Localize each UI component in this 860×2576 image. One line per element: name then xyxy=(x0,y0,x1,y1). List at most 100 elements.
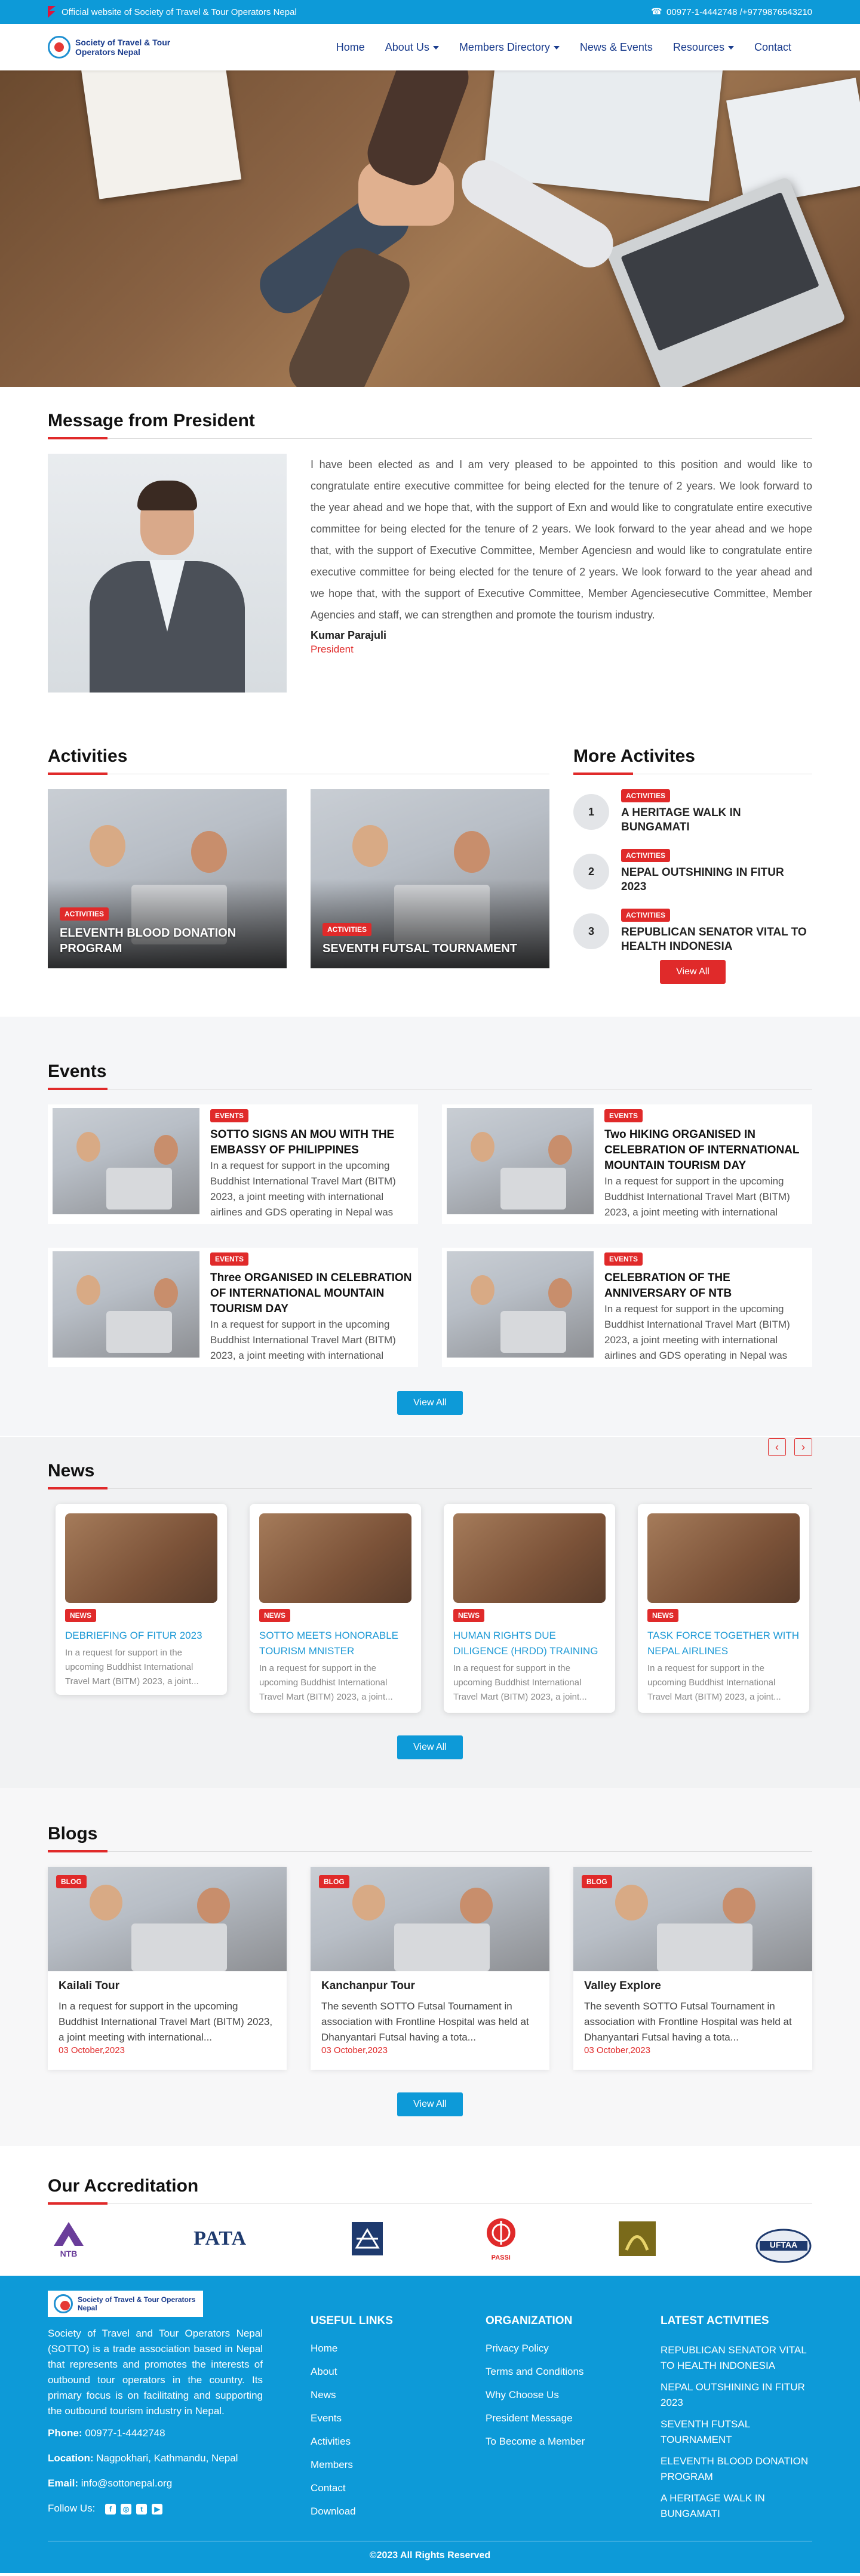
site-logo[interactable]: Society of Travel & Tour Operators Nepal xyxy=(48,36,207,59)
nav-contact[interactable]: Contact xyxy=(754,41,791,54)
news-image xyxy=(65,1513,217,1603)
activity-card[interactable]: ACTIVITIES SEVENTH FUTSAL TOURNAMENT xyxy=(311,789,549,968)
footer-link-events[interactable]: Events xyxy=(311,2412,342,2424)
more-activity-item[interactable]: 2 ACTIVITIES NEPAL OUTSHINING IN FITUR 2… xyxy=(573,849,812,894)
facebook-icon[interactable]: f xyxy=(105,2503,116,2515)
event-desc: In a request for support in the upcoming… xyxy=(604,1175,790,1218)
logo-text: Society of Travel & Tour Operators Nepal xyxy=(75,38,171,57)
uftaa-logo: UFTAA xyxy=(755,2228,812,2263)
news-desc: In a request for support in the upcoming… xyxy=(453,1663,587,1702)
phone-icon: ☎ xyxy=(651,7,662,17)
blog-image: BLOG xyxy=(48,1867,287,1971)
event-card[interactable]: EVENTS Three ORGANISED IN CELEBRATION OF… xyxy=(48,1248,418,1367)
topbar-phone-link[interactable]: 00977-1-4442748 /+9779876543210 xyxy=(666,7,812,17)
footer-email[interactable]: info@sottonepal.org xyxy=(81,2477,172,2489)
blog-title: Valley Explore xyxy=(584,1980,661,1992)
nav-home[interactable]: Home xyxy=(336,41,365,54)
footer-about-text: Society of Travel and Tour Operators Nep… xyxy=(48,2328,263,2417)
event-title: SOTTO SIGNS AN MOU WITH THE EMBASSY OF P… xyxy=(210,1128,395,1156)
footer-latest-activity[interactable]: A HERITAGE WALK IN BUNGAMATI xyxy=(661,2492,765,2519)
main-nav: Home About Us Members Directory News & E… xyxy=(336,41,791,54)
nav-news-events[interactable]: News & Events xyxy=(580,41,653,54)
blog-card[interactable]: BLOG Kanchanpur Tour The seventh SOTTO F… xyxy=(311,1867,549,2070)
chart-paper-shape xyxy=(726,78,860,207)
nepal-flag-icon xyxy=(48,6,56,18)
item-number: 2 xyxy=(573,854,609,890)
twitter-icon[interactable]: t xyxy=(136,2503,148,2515)
event-card[interactable]: EVENTS SOTTO SIGNS AN MOU WITH THE EMBAS… xyxy=(48,1104,418,1224)
more-activity-item[interactable]: 3 ACTIVITIES REPUBLICAN SENATOR VITAL TO… xyxy=(573,909,812,954)
footer-latest-activity[interactable]: ELEVENTH BLOOD DONATION PROGRAM xyxy=(661,2455,808,2482)
event-image xyxy=(53,1108,199,1214)
activity-title: ELEVENTH BLOOD DONATION PROGRAM xyxy=(60,927,236,955)
blog-date: 03 October,2023 xyxy=(584,2045,650,2055)
footer-link-about[interactable]: About xyxy=(311,2366,337,2377)
nav-resources[interactable]: Resources xyxy=(673,41,734,54)
footer-link-become-member[interactable]: To Become a Member xyxy=(486,2436,585,2447)
activities-view-all-button[interactable]: View All xyxy=(660,960,726,984)
useful-links-title: USEFUL LINKS xyxy=(311,2315,393,2327)
accreditation-title: Our Accreditation xyxy=(48,2176,812,2205)
event-image xyxy=(53,1251,199,1358)
events-view-all-button[interactable]: View All xyxy=(397,1391,463,1415)
item-badge: ACTIVITIES xyxy=(621,849,671,862)
logo-icon xyxy=(48,36,70,59)
nav-about-us[interactable]: About Us xyxy=(385,41,439,54)
footer-link-members[interactable]: Members xyxy=(311,2459,353,2470)
news-image xyxy=(453,1513,606,1603)
news-card[interactable]: NEWS HUMAN RIGHTS DUE DILIGENCE (HRDD) T… xyxy=(444,1504,615,1713)
president-role: President xyxy=(311,644,354,655)
blog-badge: BLOG xyxy=(582,1875,612,1888)
news-card[interactable]: NEWS SOTTO MEETS HONORABLE TOURISM MNIST… xyxy=(250,1504,421,1713)
president-message: I have been elected as and I am very ple… xyxy=(311,458,812,621)
item-title: REPUBLICAN SENATOR VITAL TO HEALTH INDON… xyxy=(621,926,807,953)
event-badge: EVENTS xyxy=(604,1109,643,1122)
footer-latest-activity[interactable]: REPUBLICAN SENATOR VITAL TO HEALTH INDON… xyxy=(661,2344,806,2371)
activity-badge: ACTIVITIES xyxy=(322,923,372,936)
footer-link-home[interactable]: Home xyxy=(311,2343,337,2354)
footer-link-privacy[interactable]: Privacy Policy xyxy=(486,2343,549,2354)
footer-latest-activity[interactable]: SEVENTH FUTSAL TOURNAMENT xyxy=(661,2418,750,2445)
more-activity-item[interactable]: 1 ACTIVITIES A HERITAGE WALK IN BUNGAMAT… xyxy=(573,789,812,835)
event-badge: EVENTS xyxy=(210,1109,249,1122)
footer-link-download[interactable]: Download xyxy=(311,2506,356,2517)
news-image xyxy=(647,1513,800,1603)
activity-card[interactable]: ACTIVITIES ELEVENTH BLOOD DONATION PROGR… xyxy=(48,789,287,968)
event-card[interactable]: EVENTS CELEBRATION OF THE ANNIVERSARY OF… xyxy=(442,1248,812,1367)
news-title: DEBRIEFING OF FITUR 2023 xyxy=(65,1630,202,1641)
news-title: News xyxy=(48,1461,812,1489)
footer-latest-activity[interactable]: NEPAL OUTSHINING IN FITUR 2023 xyxy=(661,2381,805,2408)
organization-title: ORGANIZATION xyxy=(486,2315,573,2327)
event-card[interactable]: EVENTS Two HIKING ORGANISED IN CELEBRATI… xyxy=(442,1104,812,1224)
blog-desc: The seventh SOTTO Futsal Tournament in a… xyxy=(321,2001,529,2043)
news-prev-arrow-icon[interactable]: ‹ xyxy=(768,1438,786,1456)
event-desc: In a request for support in the upcoming… xyxy=(604,1303,790,1361)
news-title: HUMAN RIGHTS DUE DILIGENCE (HRDD) TRAINI… xyxy=(453,1630,598,1657)
news-view-all-button[interactable]: View All xyxy=(397,1735,463,1759)
blogs-view-all-button[interactable]: View All xyxy=(397,2092,463,2116)
footer-link-news[interactable]: News xyxy=(311,2389,336,2400)
blog-image: BLOG xyxy=(311,1867,549,1971)
news-badge: NEWS xyxy=(65,1609,96,1622)
footer-logo[interactable]: Society of Travel & Tour Operators Nepal xyxy=(48,2291,203,2317)
instagram-icon[interactable]: ◎ xyxy=(121,2503,132,2515)
news-card[interactable]: NEWS DEBRIEFING OF FITUR 2023 In a reque… xyxy=(56,1504,227,1695)
blog-card[interactable]: BLOG Valley Explore The seventh SOTTO Fu… xyxy=(573,1867,812,2070)
news-card[interactable]: NEWS TASK FORCE TOGETHER WITH NEPAL AIRL… xyxy=(638,1504,809,1713)
footer-link-terms[interactable]: Terms and Conditions xyxy=(486,2366,583,2377)
taan-logo xyxy=(618,2220,657,2257)
blogs-title: Blogs xyxy=(48,1824,812,1852)
footer-phone[interactable]: 00977-1-4442748 xyxy=(85,2427,165,2439)
news-next-arrow-icon[interactable]: › xyxy=(794,1438,812,1456)
activities-title: Activities xyxy=(48,746,549,775)
footer-link-contact[interactable]: Contact xyxy=(311,2482,346,2494)
youtube-icon[interactable]: ▶ xyxy=(152,2503,163,2515)
footer-link-president-message[interactable]: President Message xyxy=(486,2412,573,2424)
footer-link-why-choose-us[interactable]: Why Choose Us xyxy=(486,2389,559,2400)
event-image xyxy=(447,1108,594,1214)
nav-members-directory[interactable]: Members Directory xyxy=(459,41,560,54)
footer-logo-icon xyxy=(54,2294,73,2313)
site-header: Society of Travel & Tour Operators Nepal… xyxy=(0,24,860,70)
footer-link-activities[interactable]: Activities xyxy=(311,2436,351,2447)
blog-card[interactable]: BLOG Kailali Tour In a request for suppo… xyxy=(48,1867,287,2070)
